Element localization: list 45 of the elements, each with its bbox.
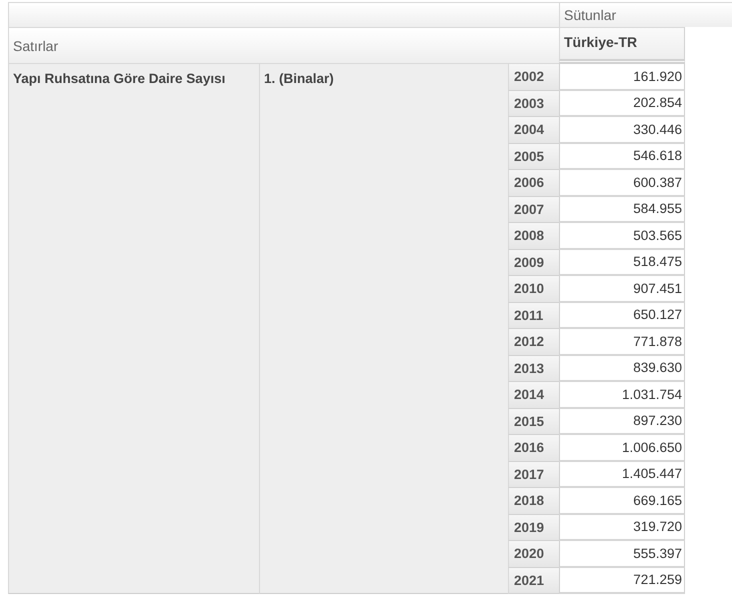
table-cell: 555.397: [559, 541, 685, 568]
row-header: 2009: [508, 250, 559, 276]
table-cell: 600.387: [559, 170, 685, 196]
table-cell: 907.451: [559, 276, 685, 302]
row-group-header: Yapı Ruhsatına Göre Daire Sayısı: [8, 64, 259, 594]
table-cell: 839.630: [559, 356, 685, 382]
table-cell: 1.405.447: [559, 462, 685, 488]
row-header: 2013: [508, 356, 559, 382]
row-header: 2014: [508, 382, 559, 408]
table-cell: 584.955: [559, 196, 685, 223]
table-cell: 330.446: [559, 117, 685, 144]
table-cell: 161.920: [559, 64, 685, 90]
row-header: 2004: [508, 117, 559, 144]
column-axis-header: Sütunlar: [559, 2, 732, 27]
row-axis-header: Satırlar: [8, 27, 559, 64]
row-header: 2006: [508, 170, 559, 196]
table-cell: 1.006.650: [559, 435, 685, 462]
row-header: 2005: [508, 144, 559, 170]
row-subgroup-header: 1. (Binalar): [259, 64, 508, 594]
table-cell: 546.618: [559, 144, 685, 170]
row-header: 2017: [508, 462, 559, 488]
row-header: 2019: [508, 514, 559, 541]
row-header: 2016: [508, 435, 559, 462]
column-header: Türkiye-TR: [559, 27, 685, 64]
table-cell: 897.230: [559, 408, 685, 435]
row-header: 2002: [508, 64, 559, 90]
table-cell: 771.878: [559, 329, 685, 356]
row-header: 2010: [508, 276, 559, 302]
table-cell: 202.854: [559, 90, 685, 117]
row-header: 2011: [508, 302, 559, 329]
row-header: 2015: [508, 408, 559, 435]
table-cell: 518.475: [559, 250, 685, 276]
row-header: 2018: [508, 488, 559, 514]
row-header: 2020: [508, 541, 559, 568]
table-cell: 319.720: [559, 514, 685, 541]
table-cell: 1.031.754: [559, 382, 685, 408]
table-cell: 650.127: [559, 302, 685, 329]
table-cell: 669.165: [559, 488, 685, 514]
row-header: 2012: [508, 329, 559, 356]
table-cell: 721.259: [559, 568, 685, 594]
row-header: 2007: [508, 196, 559, 223]
row-header: 2008: [508, 223, 559, 250]
table-cell: 503.565: [559, 223, 685, 250]
row-header: 2021: [508, 568, 559, 594]
row-header: 2003: [508, 90, 559, 117]
